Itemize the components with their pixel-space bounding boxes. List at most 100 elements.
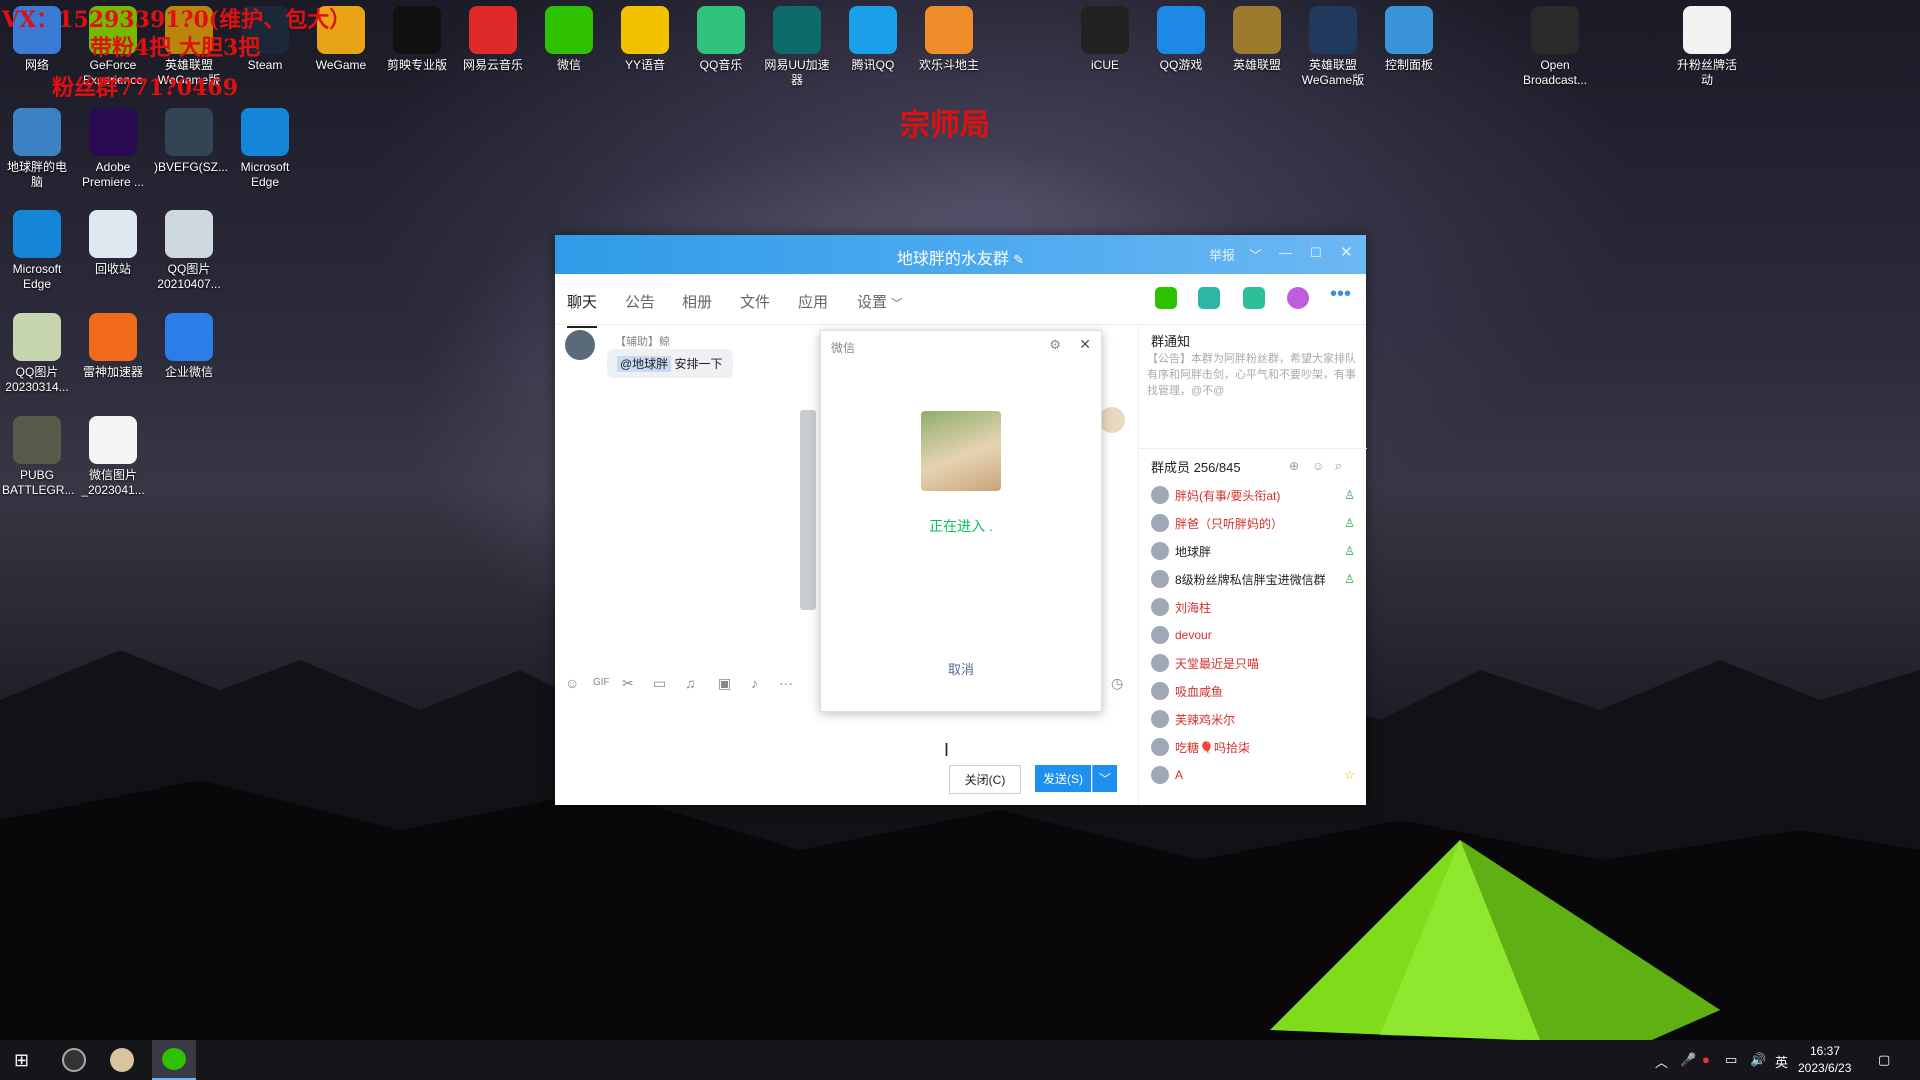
desktop-icon[interactable]: 回收站: [78, 210, 148, 277]
message-bubble[interactable]: @地球胖 安排一下: [607, 349, 733, 378]
close-icon[interactable]: ✕: [1340, 243, 1353, 261]
more-icon[interactable]: •••: [1330, 284, 1352, 309]
avatar[interactable]: [1151, 542, 1169, 560]
member-list-item[interactable]: A ☆: [1151, 763, 1355, 787]
member-list-item[interactable]: 吸血咸鱼: [1151, 679, 1355, 703]
send-options-chevron-icon[interactable]: ﹀: [1092, 765, 1117, 792]
video-call-icon[interactable]: [1198, 287, 1220, 309]
avatar[interactable]: [1151, 654, 1169, 672]
desktop-icon[interactable]: 剪映专业版: [382, 6, 452, 73]
music-icon[interactable]: ♫: [685, 675, 696, 691]
avatar[interactable]: [1151, 682, 1169, 700]
member-list-item[interactable]: 胖爸（只听胖妈的） ♙: [1151, 511, 1355, 535]
more-tools-icon[interactable]: ···: [779, 675, 793, 691]
member-list-item[interactable]: 胖妈(有事/要头衔at) ♙: [1151, 483, 1355, 507]
window-titlebar[interactable]: 地球胖的水友群 ✎ 举报 ﹀ — ☐ ✕: [555, 235, 1366, 274]
ime-indicator[interactable]: 英: [1775, 1052, 1788, 1071]
desktop-icon[interactable]: QQ图片 20210407...: [154, 210, 224, 292]
desktop-icon[interactable]: 企业微信: [154, 313, 224, 380]
member-list-item[interactable]: 芙辣鸡米尔: [1151, 707, 1355, 731]
desktop-icon[interactable]: 地球胖的电脑: [2, 108, 72, 190]
gif-icon[interactable]: GIF: [593, 677, 610, 688]
tab-announcement[interactable]: 公告: [625, 291, 655, 312]
desktop-icon[interactable]: QQ音乐: [686, 6, 756, 73]
desktop-icon[interactable]: iCUE: [1070, 6, 1140, 73]
desktop-icon[interactable]: 网易云音乐: [458, 6, 528, 73]
obs-taskbar-icon[interactable]: [62, 1048, 86, 1072]
desktop-icon[interactable]: Microsoft Edge: [230, 108, 300, 190]
folder-icon[interactable]: ▭: [653, 675, 666, 692]
image-icon[interactable]: ▣: [718, 675, 731, 692]
desktop-icon[interactable]: YY语音: [610, 6, 680, 73]
send-button[interactable]: 发送(S): [1035, 765, 1091, 792]
bell-icon[interactable]: ♪: [751, 675, 758, 691]
chevron-up-icon[interactable]: ︿: [1655, 1052, 1668, 1071]
clock-date[interactable]: 2023/6/23: [1798, 1061, 1851, 1075]
desktop-icon[interactable]: Adobe Premiere ...: [78, 108, 148, 190]
wechat-taskbar-button[interactable]: [152, 1040, 196, 1080]
avatar[interactable]: [1151, 570, 1169, 588]
member-list-item[interactable]: 吃糖🎈吗拾柒: [1151, 735, 1355, 759]
notice-text[interactable]: 【公告】本群为阿胖粉丝群，希望大家排队有序和阿胖击剑，心平气和不要吵架，有事找管…: [1147, 351, 1357, 399]
desktop-icon[interactable]: Open Broadcast...: [1520, 6, 1590, 88]
desktop-icon[interactable]: 欢乐斗地主: [914, 6, 984, 73]
qq-tray-icon[interactable]: ●: [1702, 1052, 1710, 1067]
invite-icon[interactable]: ⊕: [1289, 459, 1299, 473]
close-button[interactable]: 关闭(C): [949, 765, 1021, 794]
image-preview[interactable]: [800, 410, 816, 610]
clock-time[interactable]: 16:37: [1800, 1044, 1850, 1058]
avatar[interactable]: [1151, 486, 1169, 504]
desktop-icon[interactable]: 微信图片 _2023041...: [78, 416, 148, 498]
member-list-item[interactable]: 天堂最近是只喵: [1151, 651, 1355, 675]
avatar[interactable]: [1151, 710, 1169, 728]
desktop-icon[interactable]: PUBG BATTLEGR...: [2, 416, 74, 498]
avatar[interactable]: [1151, 766, 1169, 784]
edit-icon[interactable]: ✎: [1013, 252, 1024, 267]
game-taskbar-icon[interactable]: [110, 1048, 134, 1072]
emoji-icon[interactable]: ☺: [565, 675, 579, 691]
maximize-icon[interactable]: ☐: [1310, 245, 1322, 261]
desktop-icon[interactable]: 网易UU加速器: [762, 6, 832, 88]
avatar[interactable]: [1151, 626, 1169, 644]
desktop-icon[interactable]: 腾讯QQ: [838, 6, 908, 73]
report-button[interactable]: 举报: [1209, 245, 1235, 264]
minimize-icon[interactable]: —: [1279, 245, 1292, 260]
desktop-icon[interactable]: Microsoft Edge: [2, 210, 72, 292]
avatar[interactable]: [565, 330, 595, 360]
settings-icon[interactable]: ⚙: [1049, 337, 1061, 353]
member-list-item[interactable]: 8级粉丝牌私信胖宝进微信群 ♙: [1151, 567, 1355, 591]
avatar[interactable]: [1151, 738, 1169, 756]
tab-settings[interactable]: 设置 ﹀: [857, 291, 902, 312]
windows-start-icon[interactable]: ⊞: [14, 1050, 29, 1071]
desktop-icon[interactable]: 英雄联盟: [1222, 6, 1292, 73]
avatar[interactable]: [1151, 514, 1169, 532]
avatar[interactable]: [1151, 598, 1169, 616]
desktop-icon[interactable]: QQ游戏: [1146, 6, 1216, 73]
desktop-icon[interactable]: QQ图片 20230314...: [2, 313, 72, 395]
history-icon[interactable]: ◷: [1111, 675, 1123, 692]
notification-icon[interactable]: ▢: [1878, 1052, 1890, 1068]
desktop-icon[interactable]: 雷神加速器: [78, 313, 148, 380]
member-list-item[interactable]: 刘海柱: [1151, 595, 1355, 619]
add-member-icon[interactable]: ☺: [1312, 459, 1324, 473]
tab-chat[interactable]: 聊天: [567, 291, 598, 328]
chevron-down-icon[interactable]: ﹀: [1249, 245, 1262, 264]
desktop-icon[interactable]: )BVEFG(SZ...: [154, 108, 228, 175]
desktop-icon[interactable]: 升粉丝牌活动: [1672, 6, 1742, 88]
phone-icon[interactable]: [1155, 287, 1177, 309]
tab-apps[interactable]: 应用: [798, 291, 828, 312]
close-icon[interactable]: ✕: [1079, 336, 1091, 353]
desktop-icon[interactable]: 控制面板: [1374, 6, 1444, 73]
tab-album[interactable]: 相册: [682, 291, 712, 312]
network-icon[interactable]: ▭: [1725, 1052, 1737, 1068]
classroom-icon[interactable]: [1243, 287, 1265, 309]
volume-icon[interactable]: 🔊: [1750, 1052, 1766, 1068]
cancel-button[interactable]: 取消: [821, 659, 1101, 678]
member-list-item[interactable]: devour: [1151, 623, 1355, 647]
member-list-item[interactable]: 地球胖 ♙: [1151, 539, 1355, 563]
scissors-icon[interactable]: ✂: [622, 675, 634, 692]
search-icon[interactable]: ⌕: [1335, 458, 1342, 474]
desktop-icon[interactable]: 微信: [534, 6, 604, 73]
desktop-icon[interactable]: 英雄联盟 WeGame版: [1298, 6, 1368, 88]
add-app-icon[interactable]: [1287, 287, 1309, 309]
